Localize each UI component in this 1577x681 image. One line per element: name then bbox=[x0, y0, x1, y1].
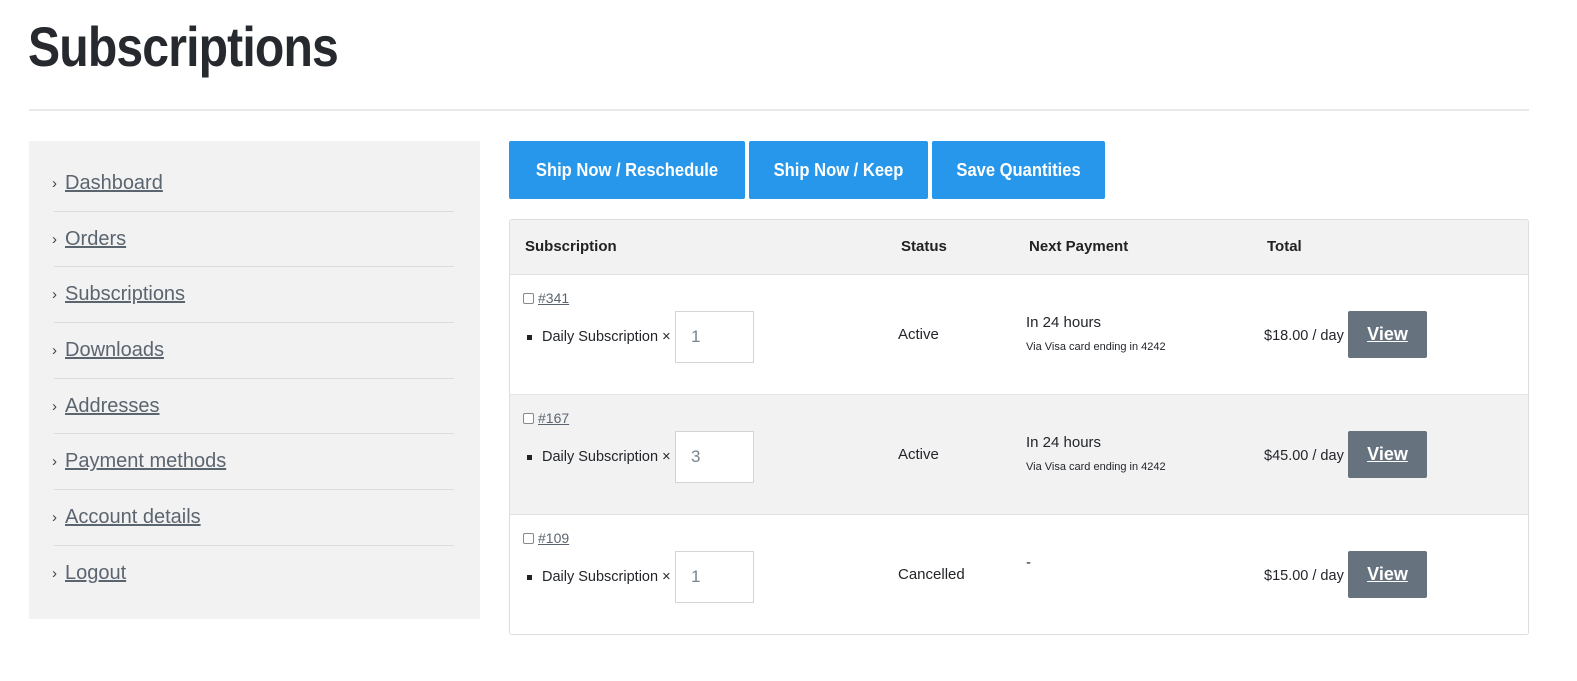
sidebar-link-downloads[interactable]: Downloads bbox=[65, 339, 164, 362]
subscription-number-link[interactable]: #167 bbox=[538, 410, 569, 426]
row-select-checkbox[interactable] bbox=[523, 533, 534, 544]
subscription-number-link[interactable]: #341 bbox=[538, 290, 569, 306]
sidebar-link-subscriptions[interactable]: Subscriptions bbox=[65, 283, 185, 306]
table-row: #341 Daily Subscription × Active In 24 h… bbox=[510, 275, 1528, 395]
table-header: Subscription Status Next Payment Total bbox=[510, 220, 1528, 275]
sidebar-item-orders: › Orders bbox=[52, 212, 454, 268]
ship-now-reschedule-button[interactable]: Ship Now / Reschedule bbox=[509, 141, 746, 199]
chevron-right-icon: › bbox=[52, 453, 57, 471]
next-payment: In 24 hours bbox=[1026, 314, 1102, 331]
save-quantities-button[interactable]: Save Quantities bbox=[932, 141, 1106, 199]
subscriptions-table: Subscription Status Next Payment Total #… bbox=[509, 219, 1529, 635]
chevron-right-icon: › bbox=[52, 508, 57, 526]
sidebar-item-dashboard: › Dashboard bbox=[52, 156, 454, 212]
quantity-input[interactable] bbox=[675, 311, 754, 363]
ship-now-keep-label: Ship Now / Keep bbox=[773, 159, 904, 180]
sidebar-item-subscriptions: › Subscriptions bbox=[52, 267, 454, 324]
subscription-total: $45.00 / day bbox=[1264, 448, 1344, 464]
account-nav-list: › Dashboard › Orders › Subscriptions › D… bbox=[52, 156, 454, 602]
table-row: #109 Daily Subscription × Cancelled - $1… bbox=[510, 515, 1528, 634]
sidebar-link-payment-methods[interactable]: Payment methods bbox=[65, 450, 226, 473]
sidebar-item-account-details: › Account details bbox=[52, 490, 454, 546]
subscription-number-link[interactable]: #109 bbox=[538, 530, 569, 546]
view-subscription-button[interactable]: View bbox=[1348, 311, 1427, 358]
chevron-right-icon: › bbox=[52, 286, 57, 304]
header-subscription: Subscription bbox=[525, 238, 617, 255]
sidebar-item-addresses: › Addresses bbox=[52, 379, 454, 435]
row-select-checkbox[interactable] bbox=[523, 413, 534, 424]
list-bullet bbox=[527, 335, 532, 340]
ship-now-reschedule-label: Ship Now / Reschedule bbox=[535, 159, 719, 180]
quantity-input[interactable] bbox=[675, 551, 754, 603]
sidebar-link-logout[interactable]: Logout bbox=[65, 562, 126, 585]
table-row: #167 Daily Subscription × Active In 24 h… bbox=[510, 395, 1528, 515]
subscription-total: $18.00 / day bbox=[1264, 328, 1344, 344]
sidebar-item-logout: › Logout bbox=[52, 546, 454, 602]
list-bullet bbox=[527, 575, 532, 580]
ship-now-keep-button[interactable]: Ship Now / Keep bbox=[749, 141, 929, 199]
sidebar-link-account-details[interactable]: Account details bbox=[65, 506, 201, 529]
subscription-item-name: Daily Subscription × bbox=[542, 569, 671, 585]
subscription-status: Active bbox=[898, 326, 939, 343]
subscription-item-name: Daily Subscription × bbox=[542, 449, 671, 465]
next-payment: In 24 hours bbox=[1026, 434, 1102, 451]
chevron-right-icon: › bbox=[52, 230, 57, 248]
header-status: Status bbox=[901, 238, 947, 255]
page-title: Subscriptions bbox=[28, 15, 339, 78]
subscription-status: Cancelled bbox=[898, 566, 965, 583]
sidebar-item-payment-methods: › Payment methods bbox=[52, 434, 454, 491]
sidebar-link-orders[interactable]: Orders bbox=[65, 228, 126, 251]
subscription-total: $15.00 / day bbox=[1264, 568, 1344, 584]
header-next-payment: Next Payment bbox=[1029, 238, 1129, 255]
row-select-checkbox[interactable] bbox=[523, 293, 534, 304]
sidebar-item-downloads: › Downloads bbox=[52, 323, 454, 379]
view-subscription-button[interactable]: View bbox=[1348, 551, 1427, 598]
title-divider bbox=[29, 109, 1529, 111]
account-navigation: › Dashboard › Orders › Subscriptions › D… bbox=[29, 141, 480, 619]
chevron-right-icon: › bbox=[52, 341, 57, 359]
chevron-right-icon: › bbox=[52, 174, 57, 192]
quantity-input[interactable] bbox=[675, 431, 754, 483]
sidebar-link-dashboard[interactable]: Dashboard bbox=[65, 172, 163, 195]
chevron-right-icon: › bbox=[52, 565, 57, 583]
sidebar-link-addresses[interactable]: Addresses bbox=[65, 395, 160, 418]
subscription-status: Active bbox=[898, 446, 939, 463]
chevron-right-icon: › bbox=[52, 397, 57, 415]
subscription-item-name: Daily Subscription × bbox=[542, 329, 671, 345]
save-quantities-label: Save Quantities bbox=[956, 159, 1081, 180]
header-total: Total bbox=[1267, 238, 1302, 255]
payment-method-note: Via Visa card ending in 4242 bbox=[1026, 341, 1166, 353]
subscription-actions-toolbar: Ship Now / Reschedule Ship Now / Keep Sa… bbox=[509, 141, 1106, 199]
next-payment: - bbox=[1026, 554, 1031, 571]
payment-method-note: Via Visa card ending in 4242 bbox=[1026, 461, 1166, 473]
view-subscription-button[interactable]: View bbox=[1348, 431, 1427, 478]
list-bullet bbox=[527, 455, 532, 460]
